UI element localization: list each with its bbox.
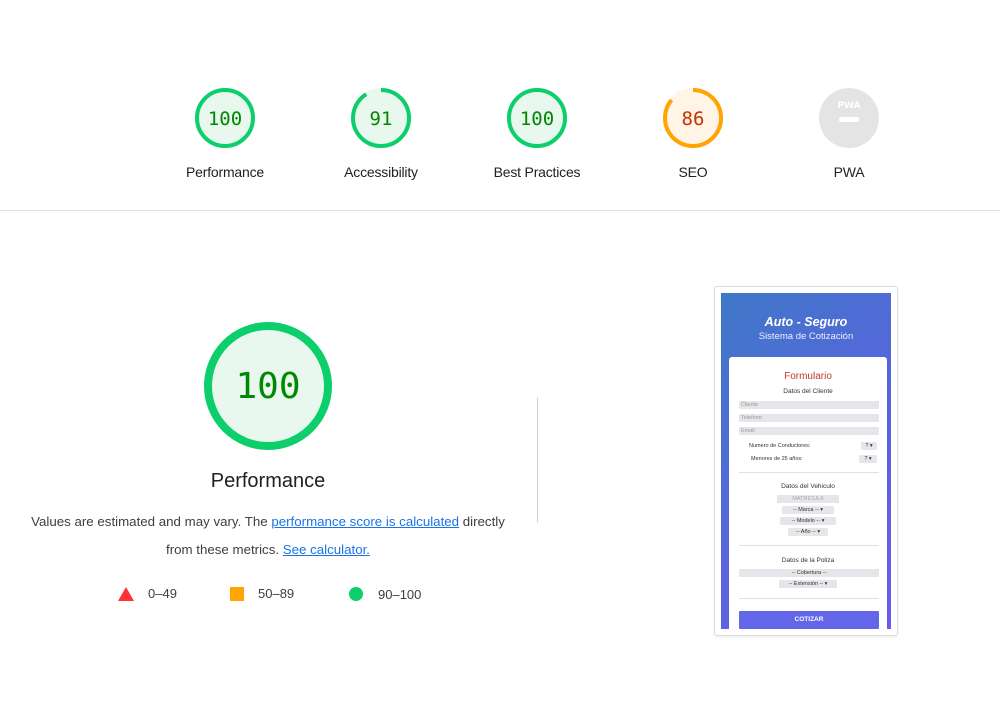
screenshot-under25-select: ? ▾ bbox=[859, 455, 877, 463]
screenshot-policy-section: Datos de la Poliza bbox=[781, 557, 835, 564]
square-icon bbox=[230, 586, 244, 601]
gauge-score: 100 bbox=[520, 108, 554, 130]
screenshot-form-card: Formulario Datos del Cliente Cliente Tel… bbox=[729, 357, 887, 629]
legend-range: 90–100 bbox=[378, 586, 422, 602]
performance-title: Performance bbox=[210, 470, 326, 492]
screenshot-client-section: Datos del Cliente bbox=[783, 388, 833, 395]
screenshot-drivers-label: Numero de Conductores: bbox=[749, 443, 811, 449]
screenshot-submit-button: COTIZAR bbox=[739, 611, 879, 629]
gauge-ring-seo: 86 bbox=[663, 88, 723, 148]
score-legend: 0–49 50–89 90–100 bbox=[0, 586, 540, 606]
performance-score: 100 bbox=[235, 366, 300, 407]
legend-item-average: 50–89 bbox=[230, 586, 294, 601]
category-gauges: 100 Performance 91 Accessibility 100 Bes… bbox=[0, 0, 1000, 210]
gauge-performance[interactable]: 100 Performance bbox=[155, 86, 295, 180]
gauge-label: PWA bbox=[833, 164, 865, 180]
screenshot-year-select: -- Año -- ▾ bbox=[788, 528, 828, 536]
gauge-seo[interactable]: 86 SEO bbox=[623, 86, 763, 180]
screenshot-drivers-select: ? ▾ bbox=[861, 442, 877, 450]
screenshot-divider bbox=[739, 472, 879, 473]
score-calculated-link[interactable]: performance score is calculated bbox=[271, 514, 459, 529]
screenshot-model-select: -- Modelo -- ▾ bbox=[780, 517, 836, 525]
pwa-icon: PWA bbox=[819, 88, 879, 148]
performance-gauge-large: 100 bbox=[200, 318, 336, 454]
desc-prefix: Values are estimated and may vary. The bbox=[31, 514, 272, 529]
gauge-ring-performance: 100 bbox=[195, 88, 255, 148]
screenshot-app-subtitle: Sistema de Cotización bbox=[758, 331, 854, 342]
final-screenshot[interactable]: Auto - Seguro Sistema de Cotización Form… bbox=[714, 286, 898, 636]
vertical-separator bbox=[537, 398, 538, 522]
screenshot-divider bbox=[739, 545, 879, 546]
legend-item-fail: 0–49 bbox=[118, 586, 177, 601]
pwa-badge-text: PWA bbox=[837, 101, 860, 111]
legend-item-pass: 90–100 bbox=[348, 586, 421, 602]
triangle-icon bbox=[118, 586, 134, 601]
screenshot-app-title: Auto - Seguro bbox=[764, 315, 848, 329]
screenshot-brand-select: -- Marca -- ▾ bbox=[782, 506, 834, 514]
gauge-label: Best Practices bbox=[493, 164, 581, 180]
gauge-label: Performance bbox=[186, 164, 264, 180]
screenshot-extension-select: -- Extensión -- ▾ bbox=[779, 580, 837, 588]
screenshot-email-input: Email bbox=[739, 427, 879, 435]
screenshot-page: Auto - Seguro Sistema de Cotización Form… bbox=[721, 293, 891, 629]
performance-description: Values are estimated and may vary. The p… bbox=[30, 508, 506, 564]
screenshot-form-title: Formulario bbox=[784, 371, 832, 382]
legend-range: 0–49 bbox=[148, 586, 177, 601]
screenshot-coverage-select: -- Cobertura -- bbox=[739, 569, 879, 577]
screenshot-client-input: Cliente bbox=[739, 401, 879, 409]
gauge-ring-best-practices: 100 bbox=[507, 88, 567, 148]
screenshot-plate-input: MATRICULA bbox=[777, 495, 839, 503]
see-calculator-link[interactable]: See calculator. bbox=[283, 542, 370, 557]
gauge-ring-large: 100 bbox=[204, 322, 332, 450]
screenshot-under25-label: Menores de 25 años: bbox=[751, 456, 803, 462]
legend-range: 50–89 bbox=[258, 586, 295, 601]
screenshot-phone-input: Telefono bbox=[739, 414, 879, 422]
gauge-label: SEO bbox=[678, 164, 708, 180]
gauge-label: Accessibility bbox=[344, 164, 418, 180]
circle-icon bbox=[349, 587, 363, 601]
gauge-score: 100 bbox=[208, 108, 242, 130]
gauge-best-practices[interactable]: 100 Best Practices bbox=[467, 86, 607, 180]
section-divider bbox=[0, 210, 1000, 211]
gauge-pwa[interactable]: PWA PWA bbox=[779, 86, 919, 180]
gauge-score: 86 bbox=[682, 108, 705, 130]
gauge-ring-accessibility: 91 bbox=[351, 88, 411, 148]
gauge-score: 91 bbox=[370, 108, 393, 130]
screenshot-divider bbox=[739, 598, 879, 599]
gauge-accessibility[interactable]: 91 Accessibility bbox=[311, 86, 451, 180]
screenshot-vehicle-section: Datos del Vehiculo bbox=[781, 483, 835, 490]
